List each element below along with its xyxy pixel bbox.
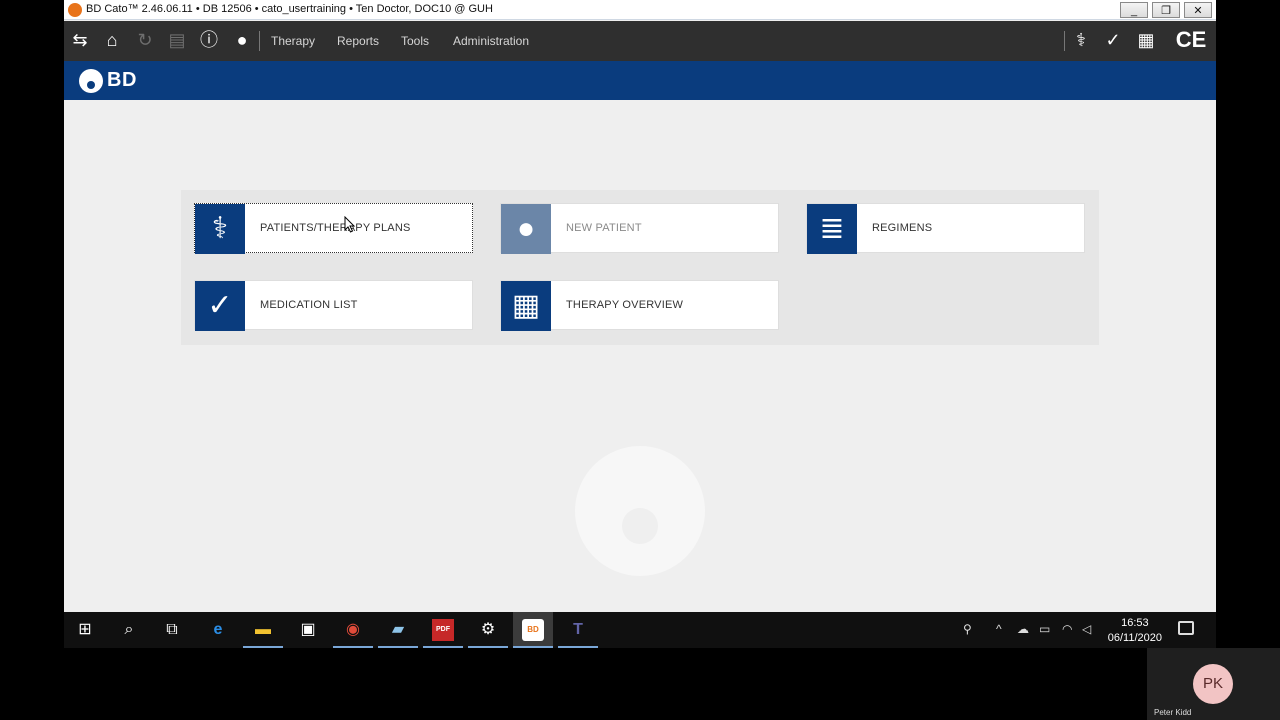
- user-icon[interactable]: ●: [231, 29, 253, 51]
- clock-date: 06/11/2020: [1107, 632, 1162, 644]
- wifi-icon[interactable]: ◠: [1062, 622, 1072, 636]
- chrome-icon[interactable]: ◉: [342, 619, 364, 641]
- task-underline: [513, 646, 553, 648]
- tile-label: MEDICATION LIST: [260, 299, 358, 311]
- task-view-icon[interactable]: ⧉: [161, 619, 183, 641]
- app-logo-icon: [68, 3, 82, 17]
- app-window: BD Cato™ 2.46.06.11 • DB 12506 • cato_us…: [64, 0, 1216, 612]
- tile-regimens[interactable]: ≣ REGIMENS: [806, 203, 1085, 254]
- tile-label: REGIMENS: [872, 222, 933, 234]
- main-content: ⚕ PATIENTS/THERAPY PLANS ● NEW PATIENT ≣…: [64, 100, 1216, 612]
- scroll-icon: ≣: [807, 204, 857, 254]
- clock-time: 16:53: [1121, 617, 1149, 629]
- task-underline: [468, 646, 508, 648]
- search-icon[interactable]: ⌕: [118, 619, 140, 641]
- calendar-icon[interactable]: ▦: [1135, 29, 1157, 51]
- clipboard-check-icon: ✓: [195, 281, 245, 331]
- menu-reports[interactable]: Reports: [337, 34, 379, 48]
- windows-start-icon[interactable]: ⊞: [74, 619, 96, 641]
- tile-label: NEW PATIENT: [566, 222, 642, 234]
- onedrive-icon[interactable]: ☁: [1017, 622, 1029, 636]
- task-underline: [333, 646, 373, 648]
- volume-icon[interactable]: ◁: [1082, 622, 1091, 636]
- caduceus-icon[interactable]: ⚕: [1070, 29, 1092, 51]
- chevron-up-icon[interactable]: ^: [996, 622, 1002, 636]
- toolbar-separator: [259, 31, 260, 51]
- main-toolbar: ⇆ ⌂ ↻ ▤ ⓘ ● Therapy Reports Tools Admini…: [64, 21, 1216, 61]
- bd-watermark-logo: [575, 446, 705, 576]
- windows-taskbar: ⊞ ⌕ ⧉ e ▬ ▣ ◉ ▰ PDF ⚙ BD T ⚲ ^ ☁ ▭ ◠ ◁ 1…: [64, 612, 1216, 648]
- avatar: PK: [1193, 664, 1233, 704]
- menu-administration[interactable]: Administration: [453, 34, 529, 48]
- tile-label: PATIENTS/THERAPY PLANS: [260, 222, 411, 234]
- participant-name: Peter Kidd: [1154, 708, 1192, 717]
- info-icon[interactable]: ⓘ: [198, 29, 220, 51]
- tile-medication-list[interactable]: ✓ MEDICATION LIST: [194, 280, 473, 331]
- task-underline: [423, 646, 463, 648]
- tile-new-patient: ● NEW PATIENT: [500, 203, 779, 254]
- swap-icon[interactable]: ⇆: [69, 29, 91, 51]
- file-explorer-icon[interactable]: ▬: [252, 619, 274, 641]
- screen: BD Cato™ 2.46.06.11 • DB 12506 • cato_us…: [0, 0, 1280, 720]
- clock[interactable]: 16:53 06/11/2020: [1108, 616, 1162, 646]
- brand-bar: BD: [64, 61, 1216, 100]
- home-icon[interactable]: ⌂: [101, 29, 123, 51]
- bd-logo-icon: [79, 69, 103, 93]
- battery-icon[interactable]: ▭: [1039, 622, 1050, 636]
- task-underline: [558, 646, 598, 648]
- menu-tools[interactable]: Tools: [401, 34, 429, 48]
- person-icon: ●: [501, 204, 551, 254]
- minimize-button[interactable]: _: [1120, 2, 1148, 18]
- caduceus-icon: ⚕: [195, 204, 245, 254]
- edge-icon[interactable]: e: [207, 619, 229, 641]
- calendar-icon: ▦: [501, 281, 551, 331]
- teams-icon[interactable]: T: [567, 619, 589, 641]
- restore-button[interactable]: ❐: [1152, 2, 1180, 18]
- close-button[interactable]: ✕: [1184, 2, 1212, 18]
- task-underline: [243, 646, 283, 648]
- print-icon: ▤: [168, 30, 186, 50]
- brand-name: BD: [107, 69, 137, 91]
- menu-therapy[interactable]: Therapy: [271, 34, 315, 48]
- people-icon[interactable]: ⚲: [963, 622, 972, 636]
- refresh-icon: ↻: [137, 30, 153, 50]
- store-icon[interactable]: ▣: [297, 619, 319, 641]
- tile-label: THERAPY OVERVIEW: [566, 299, 684, 311]
- notepad-icon[interactable]: ▰: [387, 619, 409, 641]
- window-title: BD Cato™ 2.46.06.11 • DB 12506 • cato_us…: [86, 3, 493, 15]
- tile-therapy-overview[interactable]: ▦ THERAPY OVERVIEW: [500, 280, 779, 331]
- toolbar-separator: [1064, 31, 1065, 51]
- clipboard-check-icon[interactable]: ✓: [1102, 29, 1124, 51]
- notification-icon[interactable]: [1178, 621, 1194, 635]
- pdf-icon[interactable]: PDF: [432, 619, 454, 641]
- tile-patients-therapy-plans[interactable]: ⚕ PATIENTS/THERAPY PLANS: [194, 203, 473, 254]
- settings-icon[interactable]: ⚙: [477, 619, 499, 641]
- ce-mark-icon: CE: [1175, 27, 1207, 52]
- task-underline: [378, 646, 418, 648]
- title-bar[interactable]: BD Cato™ 2.46.06.11 • DB 12506 • cato_us…: [64, 0, 1216, 20]
- participant-tile: PK Peter Kidd: [1147, 648, 1280, 720]
- mouse-cursor-icon: [344, 216, 356, 233]
- bd-cato-icon[interactable]: BD: [522, 619, 544, 641]
